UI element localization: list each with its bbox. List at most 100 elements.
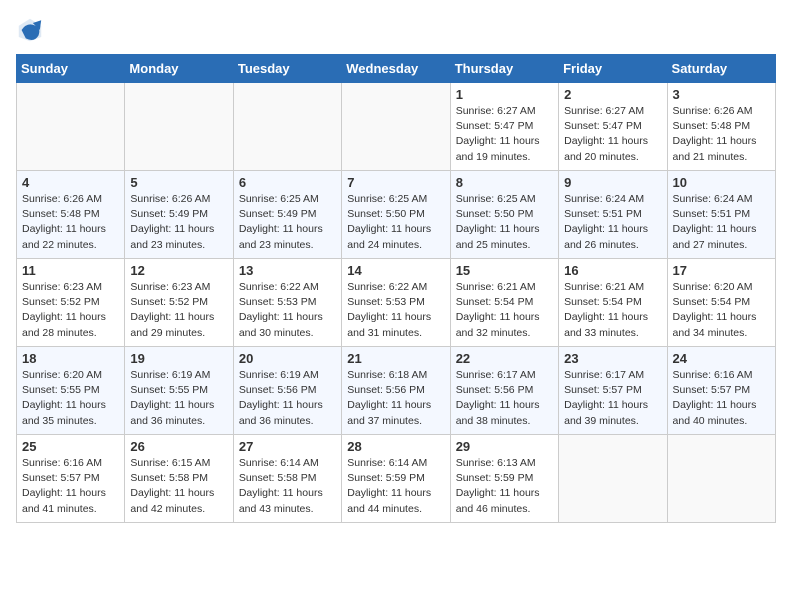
- calendar-cell: 4 Sunrise: 6:26 AMSunset: 5:48 PMDaylight…: [17, 171, 125, 259]
- day-info: Sunrise: 6:13 AMSunset: 5:59 PMDaylight:…: [456, 456, 553, 517]
- calendar-header-friday: Friday: [559, 55, 667, 83]
- day-number: 3: [673, 87, 770, 102]
- calendar-header-saturday: Saturday: [667, 55, 775, 83]
- logo-icon: [16, 16, 44, 44]
- calendar-cell: 15 Sunrise: 6:21 AMSunset: 5:54 PMDayligh…: [450, 259, 558, 347]
- day-number: 28: [347, 439, 444, 454]
- calendar-week-row: 25 Sunrise: 6:16 AMSunset: 5:57 PMDayligh…: [17, 435, 776, 523]
- calendar-cell: [233, 83, 341, 171]
- calendar-cell: 18 Sunrise: 6:20 AMSunset: 5:55 PMDayligh…: [17, 347, 125, 435]
- calendar-week-row: 1 Sunrise: 6:27 AMSunset: 5:47 PMDaylight…: [17, 83, 776, 171]
- calendar-cell: 20 Sunrise: 6:19 AMSunset: 5:56 PMDayligh…: [233, 347, 341, 435]
- day-number: 16: [564, 263, 661, 278]
- day-info: Sunrise: 6:25 AMSunset: 5:50 PMDaylight:…: [347, 192, 444, 253]
- day-info: Sunrise: 6:14 AMSunset: 5:58 PMDaylight:…: [239, 456, 336, 517]
- day-info: Sunrise: 6:20 AMSunset: 5:54 PMDaylight:…: [673, 280, 770, 341]
- calendar-cell: 25 Sunrise: 6:16 AMSunset: 5:57 PMDayligh…: [17, 435, 125, 523]
- day-info: Sunrise: 6:23 AMSunset: 5:52 PMDaylight:…: [130, 280, 227, 341]
- calendar-cell: 19 Sunrise: 6:19 AMSunset: 5:55 PMDayligh…: [125, 347, 233, 435]
- day-info: Sunrise: 6:23 AMSunset: 5:52 PMDaylight:…: [22, 280, 119, 341]
- calendar-header-sunday: Sunday: [17, 55, 125, 83]
- calendar-cell: [559, 435, 667, 523]
- calendar-cell: 23 Sunrise: 6:17 AMSunset: 5:57 PMDayligh…: [559, 347, 667, 435]
- calendar-cell: 27 Sunrise: 6:14 AMSunset: 5:58 PMDayligh…: [233, 435, 341, 523]
- day-number: 22: [456, 351, 553, 366]
- day-info: Sunrise: 6:26 AMSunset: 5:48 PMDaylight:…: [673, 104, 770, 165]
- calendar-cell: [667, 435, 775, 523]
- day-info: Sunrise: 6:24 AMSunset: 5:51 PMDaylight:…: [673, 192, 770, 253]
- day-number: 8: [456, 175, 553, 190]
- day-info: Sunrise: 6:21 AMSunset: 5:54 PMDaylight:…: [564, 280, 661, 341]
- day-info: Sunrise: 6:14 AMSunset: 5:59 PMDaylight:…: [347, 456, 444, 517]
- day-number: 13: [239, 263, 336, 278]
- calendar-table: SundayMondayTuesdayWednesdayThursdayFrid…: [16, 54, 776, 523]
- day-number: 4: [22, 175, 119, 190]
- day-info: Sunrise: 6:25 AMSunset: 5:49 PMDaylight:…: [239, 192, 336, 253]
- calendar-cell: 24 Sunrise: 6:16 AMSunset: 5:57 PMDayligh…: [667, 347, 775, 435]
- calendar-week-row: 11 Sunrise: 6:23 AMSunset: 5:52 PMDayligh…: [17, 259, 776, 347]
- calendar-cell: 3 Sunrise: 6:26 AMSunset: 5:48 PMDaylight…: [667, 83, 775, 171]
- day-number: 26: [130, 439, 227, 454]
- day-number: 6: [239, 175, 336, 190]
- calendar-cell: 10 Sunrise: 6:24 AMSunset: 5:51 PMDayligh…: [667, 171, 775, 259]
- day-number: 14: [347, 263, 444, 278]
- calendar-cell: [342, 83, 450, 171]
- day-info: Sunrise: 6:15 AMSunset: 5:58 PMDaylight:…: [130, 456, 227, 517]
- calendar-cell: 21Sunrise: 6:18 AMSunset: 5:56 PMDayligh…: [342, 347, 450, 435]
- calendar-header-monday: Monday: [125, 55, 233, 83]
- calendar-cell: 7 Sunrise: 6:25 AMSunset: 5:50 PMDaylight…: [342, 171, 450, 259]
- day-info: Sunrise: 6:18 AMSunset: 5:56 PMDaylight:…: [347, 368, 444, 429]
- day-info: Sunrise: 6:16 AMSunset: 5:57 PMDaylight:…: [22, 456, 119, 517]
- calendar-cell: 8 Sunrise: 6:25 AMSunset: 5:50 PMDaylight…: [450, 171, 558, 259]
- day-info: Sunrise: 6:19 AMSunset: 5:56 PMDaylight:…: [239, 368, 336, 429]
- day-number: 5: [130, 175, 227, 190]
- day-number: 7: [347, 175, 444, 190]
- day-number: 1: [456, 87, 553, 102]
- day-number: 17: [673, 263, 770, 278]
- calendar-cell: 5 Sunrise: 6:26 AMSunset: 5:49 PMDaylight…: [125, 171, 233, 259]
- calendar-week-row: 4 Sunrise: 6:26 AMSunset: 5:48 PMDaylight…: [17, 171, 776, 259]
- day-number: 2: [564, 87, 661, 102]
- day-number: 29: [456, 439, 553, 454]
- day-info: Sunrise: 6:16 AMSunset: 5:57 PMDaylight:…: [673, 368, 770, 429]
- day-number: 24: [673, 351, 770, 366]
- day-info: Sunrise: 6:22 AMSunset: 5:53 PMDaylight:…: [239, 280, 336, 341]
- calendar-header-row: SundayMondayTuesdayWednesdayThursdayFrid…: [17, 55, 776, 83]
- calendar-cell: 2 Sunrise: 6:27 AMSunset: 5:47 PMDaylight…: [559, 83, 667, 171]
- calendar-cell: 1Sunrise: 6:27 AMSunset: 5:47 PMDaylight…: [450, 83, 558, 171]
- calendar-cell: 6 Sunrise: 6:25 AMSunset: 5:49 PMDaylight…: [233, 171, 341, 259]
- calendar-header-wednesday: Wednesday: [342, 55, 450, 83]
- calendar-header-thursday: Thursday: [450, 55, 558, 83]
- day-number: 25: [22, 439, 119, 454]
- day-info: Sunrise: 6:25 AMSunset: 5:50 PMDaylight:…: [456, 192, 553, 253]
- calendar-header-tuesday: Tuesday: [233, 55, 341, 83]
- day-info: Sunrise: 6:26 AMSunset: 5:48 PMDaylight:…: [22, 192, 119, 253]
- day-number: 19: [130, 351, 227, 366]
- day-number: 18: [22, 351, 119, 366]
- day-info: Sunrise: 6:26 AMSunset: 5:49 PMDaylight:…: [130, 192, 227, 253]
- day-number: 23: [564, 351, 661, 366]
- day-info: Sunrise: 6:19 AMSunset: 5:55 PMDaylight:…: [130, 368, 227, 429]
- day-info: Sunrise: 6:20 AMSunset: 5:55 PMDaylight:…: [22, 368, 119, 429]
- calendar-cell: [17, 83, 125, 171]
- calendar-cell: 14Sunrise: 6:22 AMSunset: 5:53 PMDayligh…: [342, 259, 450, 347]
- calendar-cell: 16 Sunrise: 6:21 AMSunset: 5:54 PMDayligh…: [559, 259, 667, 347]
- day-info: Sunrise: 6:24 AMSunset: 5:51 PMDaylight:…: [564, 192, 661, 253]
- day-info: Sunrise: 6:17 AMSunset: 5:56 PMDaylight:…: [456, 368, 553, 429]
- calendar-cell: 12 Sunrise: 6:23 AMSunset: 5:52 PMDayligh…: [125, 259, 233, 347]
- day-info: Sunrise: 6:17 AMSunset: 5:57 PMDaylight:…: [564, 368, 661, 429]
- day-number: 10: [673, 175, 770, 190]
- calendar-cell: 13 Sunrise: 6:22 AMSunset: 5:53 PMDayligh…: [233, 259, 341, 347]
- day-number: 27: [239, 439, 336, 454]
- calendar-cell: 17 Sunrise: 6:20 AMSunset: 5:54 PMDayligh…: [667, 259, 775, 347]
- day-number: 15: [456, 263, 553, 278]
- calendar-cell: 11 Sunrise: 6:23 AMSunset: 5:52 PMDayligh…: [17, 259, 125, 347]
- calendar-cell: 28 Sunrise: 6:14 AMSunset: 5:59 PMDayligh…: [342, 435, 450, 523]
- day-number: 12: [130, 263, 227, 278]
- day-number: 20: [239, 351, 336, 366]
- day-info: Sunrise: 6:27 AMSunset: 5:47 PMDaylight:…: [564, 104, 661, 165]
- calendar-cell: 22 Sunrise: 6:17 AMSunset: 5:56 PMDayligh…: [450, 347, 558, 435]
- day-number: 11: [22, 263, 119, 278]
- day-info: Sunrise: 6:21 AMSunset: 5:54 PMDaylight:…: [456, 280, 553, 341]
- calendar-cell: [125, 83, 233, 171]
